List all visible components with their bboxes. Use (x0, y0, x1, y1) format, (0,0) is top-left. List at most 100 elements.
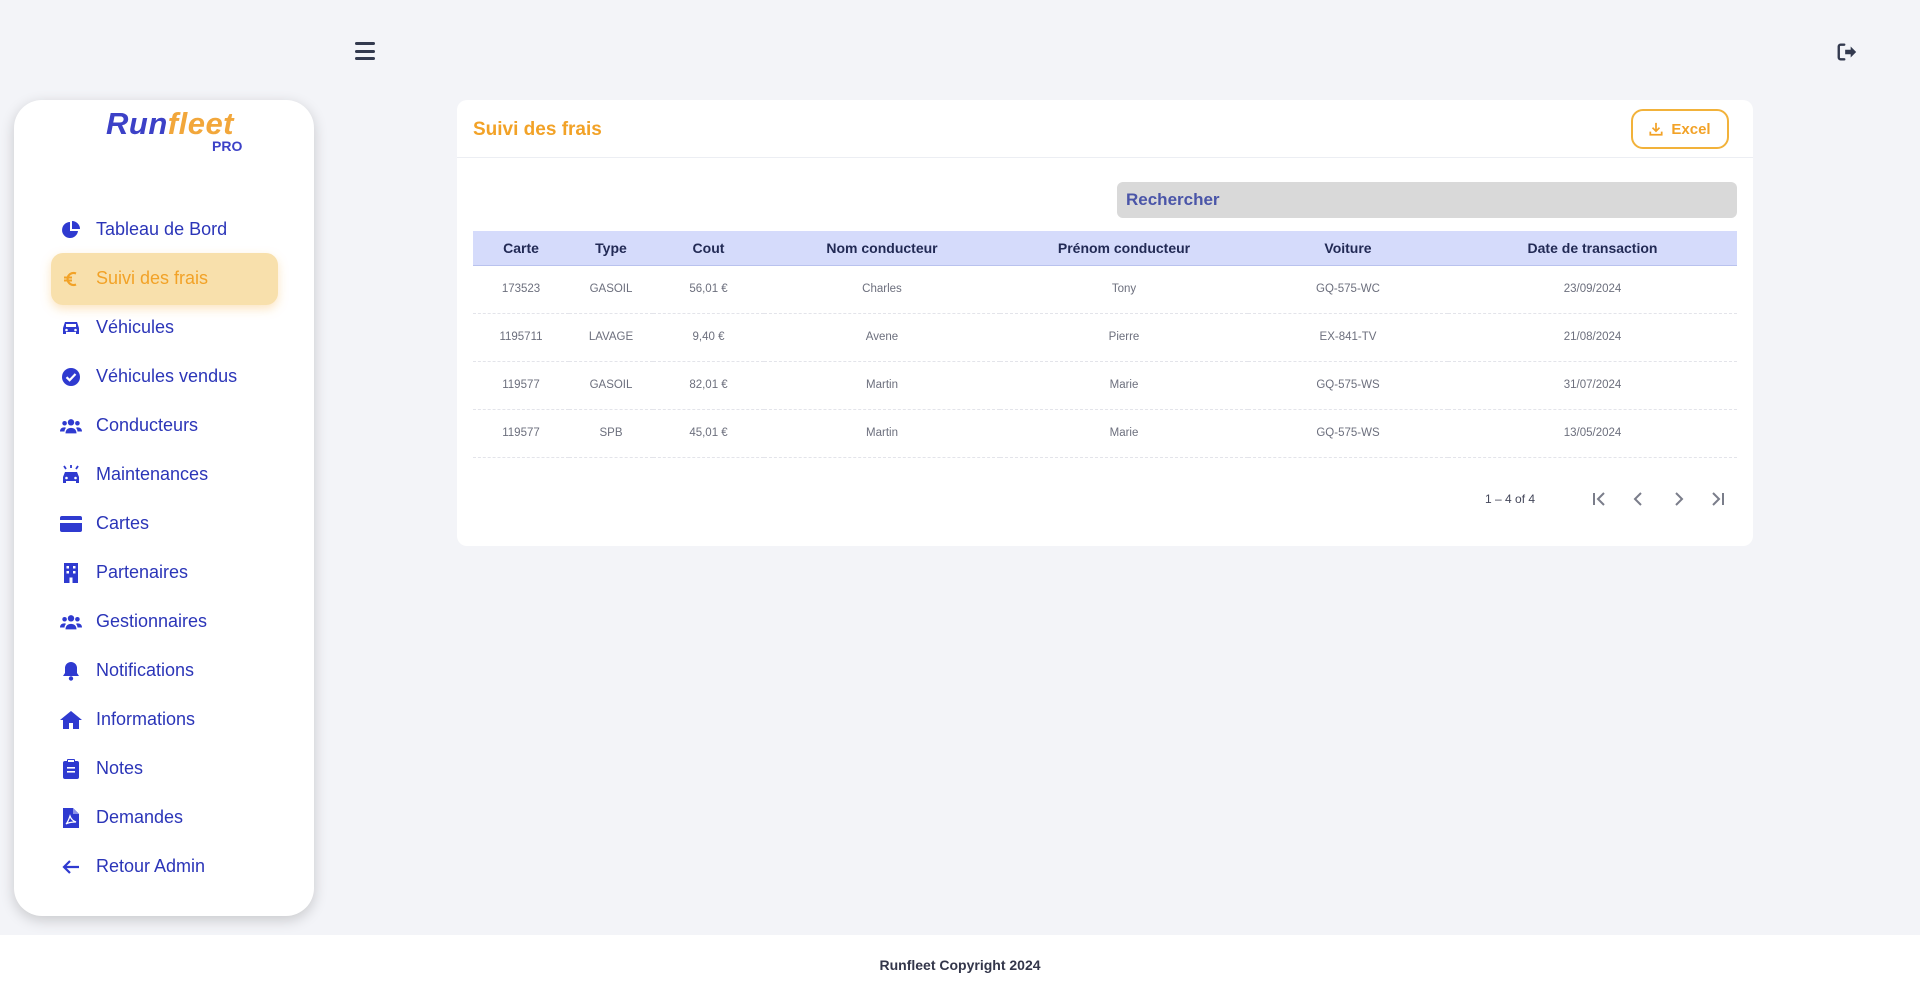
sidebar-item-label: Véhicules (96, 317, 175, 337)
excel-export-button[interactable]: Excel (1631, 109, 1729, 149)
check-circle-icon (60, 366, 82, 388)
table-row[interactable]: 1195711 LAVAGE 9,40 € Avene Pierre EX-841-TV 2… (473, 313, 1737, 362)
table-cell: Charles (764, 265, 1000, 314)
arrow-left-icon (60, 856, 82, 878)
sidebar: Runfleet PRO Tableau de Bord Suivi des fr… (14, 100, 314, 916)
table-cell: GQ-575-WS (1248, 361, 1448, 410)
table-cell: 9,40 € (653, 313, 764, 362)
euro-icon (60, 268, 82, 290)
sidebar-item-gestionnaires[interactable]: Gestionnaires (14, 597, 314, 646)
table-cell: 56,01 € (653, 265, 764, 314)
table-cell: 45,01 € (653, 409, 764, 458)
sidebar-item-label: Demandes (96, 807, 184, 827)
table-cell: EX-841-TV (1248, 313, 1448, 362)
sidebar-item-label: Notes (96, 758, 144, 778)
building-icon (60, 562, 82, 584)
chevron-left-icon (1633, 492, 1643, 506)
sidebar-item-label: Conducteurs (96, 415, 199, 435)
footer: Runfleet Copyright 2024 (0, 935, 1920, 995)
next-page-button[interactable] (1659, 484, 1698, 514)
first-page-button[interactable] (1581, 484, 1620, 514)
table-cell: SPB (569, 409, 653, 458)
table-cell: 82,01 € (653, 361, 764, 410)
runfleet-logo[interactable]: Runfleet PRO (92, 106, 252, 158)
table-cell: LAVAGE (569, 313, 653, 362)
table-row[interactable]: 119577 GASOIL 82,01 € Martin Marie GQ-575-WS 3… (473, 361, 1737, 410)
sidebar-item-demandes[interactable]: Demandes (14, 793, 314, 842)
car-service-icon (60, 464, 82, 486)
table-cell: GASOIL (569, 265, 653, 314)
search-input[interactable] (1117, 182, 1737, 218)
table-cell: GQ-575-WS (1248, 409, 1448, 458)
credit-card-icon (60, 513, 82, 535)
table-cell: 1195711 (473, 313, 569, 362)
column-header[interactable]: Carte (473, 231, 569, 266)
sidebar-item-suivi-des-frais[interactable]: Suivi des frais (14, 253, 314, 305)
sidebar-item-retour-admin[interactable]: Retour Admin (14, 842, 314, 891)
table-row[interactable]: 173523 GASOIL 56,01 € Charles Tony GQ-575-WC 2… (473, 265, 1737, 314)
first-page-icon (1593, 492, 1605, 506)
card-header: Suivi des frais Excel (457, 100, 1753, 158)
table-cell: 173523 (473, 265, 569, 314)
table-cell: Pierre (1000, 313, 1248, 362)
sidebar-item-label: Maintenances (96, 464, 209, 484)
sidebar-item-label: Informations (96, 709, 196, 729)
chevron-right-icon (1675, 492, 1684, 506)
sidebar-item-cartes[interactable]: Cartes (14, 499, 314, 548)
pagination-range: 1 – 4 of 4 (1485, 492, 1536, 506)
pdf-file-icon (60, 807, 82, 829)
last-page-button[interactable] (1698, 484, 1737, 514)
table-cell: Martin (764, 361, 1000, 410)
page-title: Suivi des frais (473, 119, 602, 140)
sidebar-item-informations[interactable]: Informations (14, 695, 314, 744)
sidebar-item-notes[interactable]: Notes (14, 744, 314, 793)
column-header[interactable]: Date de transaction (1448, 231, 1737, 266)
column-header[interactable]: Cout (653, 231, 764, 266)
sidebar-item-notifications[interactable]: Notifications (14, 646, 314, 695)
table-header-row: Carte Type Cout Nom conducteur Prénom conduc… (473, 231, 1737, 266)
last-page-icon (1712, 492, 1725, 506)
sidebar-item-label: Tableau de Bord (96, 219, 228, 239)
menu-toggle-icon[interactable] (355, 42, 375, 60)
table-cell: 21/08/2024 (1448, 313, 1737, 362)
table-cell: Marie (1000, 409, 1248, 458)
clipboard-icon (60, 758, 82, 780)
table-cell: 119577 (473, 361, 569, 410)
previous-page-button[interactable] (1620, 484, 1659, 514)
sidebar-item-vehicules[interactable]: Véhicules (14, 303, 314, 352)
column-header[interactable]: Prénom conducteur (1000, 231, 1248, 266)
sidebar-item-vehicules-vendus[interactable]: Véhicules vendus (14, 352, 314, 401)
logout-icon[interactable] (1836, 41, 1858, 63)
car-icon (60, 317, 82, 339)
sidebar-item-conducteurs[interactable]: Conducteurs (14, 401, 314, 450)
sidebar-item-label: Retour Admin (96, 856, 206, 876)
table-cell: Avene (764, 313, 1000, 362)
bell-icon (60, 660, 82, 682)
table-cell: 23/09/2024 (1448, 265, 1737, 314)
copyright-text: Runfleet Copyright 2024 (879, 957, 1041, 973)
sidebar-item-label: Suivi des frais (96, 268, 209, 288)
column-header[interactable]: Type (569, 231, 653, 266)
download-icon (1649, 122, 1663, 136)
sidebar-item-partenaires[interactable]: Partenaires (14, 548, 314, 597)
sidebar-item-label: Cartes (96, 513, 150, 533)
expenses-table: Carte Type Cout Nom conducteur Prénom conduc… (473, 231, 1737, 458)
sidebar-item-label: Gestionnaires (96, 611, 208, 631)
expenses-card: Suivi des frais Excel CarteTypeCoutNom c… (457, 100, 1753, 546)
sidebar-item-tableau-de-bord[interactable]: Tableau de Bord (14, 205, 314, 254)
sidebar-item-label: Véhicules vendus (96, 366, 238, 386)
table-row[interactable]: 119577 SPB 45,01 € Martin Marie GQ-575-WS 13/0… (473, 409, 1737, 458)
users-icon (60, 611, 82, 633)
top-bar (0, 0, 1920, 100)
table-cell: 13/05/2024 (1448, 409, 1737, 458)
column-header[interactable]: Voiture (1248, 231, 1448, 266)
column-header[interactable]: Nom conducteur (764, 231, 1000, 266)
users-icon (60, 415, 82, 437)
sidebar-nav: Tableau de Bord Suivi des frais Véhicules V… (14, 205, 314, 891)
sidebar-item-label: Notifications (96, 660, 195, 680)
table-cell: Tony (1000, 265, 1248, 314)
home-icon (60, 709, 82, 731)
pie-chart-icon (60, 219, 82, 241)
sidebar-item-maintenances[interactable]: Maintenances (14, 450, 314, 499)
table-cell: 31/07/2024 (1448, 361, 1737, 410)
